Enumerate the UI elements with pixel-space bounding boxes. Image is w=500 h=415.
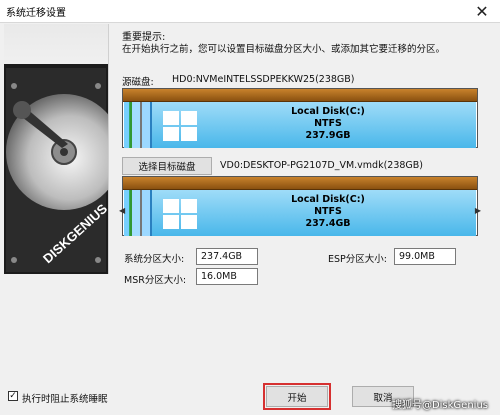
disk-bar xyxy=(123,177,477,190)
side-illustration: DISKGENIUS xyxy=(4,24,109,274)
partition-fs: NTFS xyxy=(314,206,342,217)
partition-fs: NTFS xyxy=(314,118,342,129)
msr-partition-size-field[interactable]: 16.0MB xyxy=(196,268,258,285)
close-button[interactable]: ✕ xyxy=(464,0,500,22)
system-partition-size-field[interactable]: 237.4GB xyxy=(196,248,258,265)
partition-size: 237.4GB xyxy=(305,218,351,229)
source-disk-value: HD0:NVMeINTELSSDPEKKW25(238GB) xyxy=(172,74,355,85)
partition-size: 237.9GB xyxy=(305,130,351,141)
windows-logo-icon xyxy=(163,111,199,143)
title-bar: 系统迁移设置 ✕ xyxy=(0,0,500,23)
partition-name: Local Disk(C:) xyxy=(291,106,365,117)
msr-partition-size-label: MSR分区大小: xyxy=(124,275,187,286)
target-disk-map: Local Disk(C:) NTFS 237.4GB ◀ ▶ xyxy=(119,176,481,236)
partition-name: Local Disk(C:) xyxy=(291,194,365,205)
prevent-sleep-checkbox[interactable]: ✓ xyxy=(8,391,18,401)
resize-left-handle[interactable]: ◀ xyxy=(119,206,125,215)
source-disk-label: 源磁盘: xyxy=(122,77,154,88)
esp-partition-size-label: ESP分区大小: xyxy=(328,254,387,265)
resize-right-handle[interactable]: ▶ xyxy=(475,206,481,215)
start-button[interactable]: 开始 xyxy=(266,386,328,407)
disk-bar xyxy=(123,89,477,102)
window-title: 系统迁移设置 xyxy=(6,8,66,19)
esp-partition-size-field[interactable]: 99.0MB xyxy=(394,248,456,265)
select-target-disk-button[interactable]: 选择目标磁盘 xyxy=(122,157,212,175)
system-partition-size-label: 系统分区大小: xyxy=(124,254,185,265)
target-disk-value: VD0:DESKTOP-PG2107D_VM.vmdk(238GB) xyxy=(220,160,424,171)
prevent-sleep-label: 执行时阻止系统睡眠 xyxy=(22,394,108,405)
tips-text: 在开始执行之前，您可以设置目标磁盘分区大小、或添加其它要迁移的分区。 xyxy=(122,44,446,55)
windows-logo-icon xyxy=(163,199,199,231)
source-disk-map: Local Disk(C:) NTFS 237.9GB xyxy=(122,88,478,148)
watermark: 搜狐号@DiskGenius xyxy=(391,400,488,411)
hard-drive-illustration: DISKGENIUS xyxy=(4,64,108,274)
